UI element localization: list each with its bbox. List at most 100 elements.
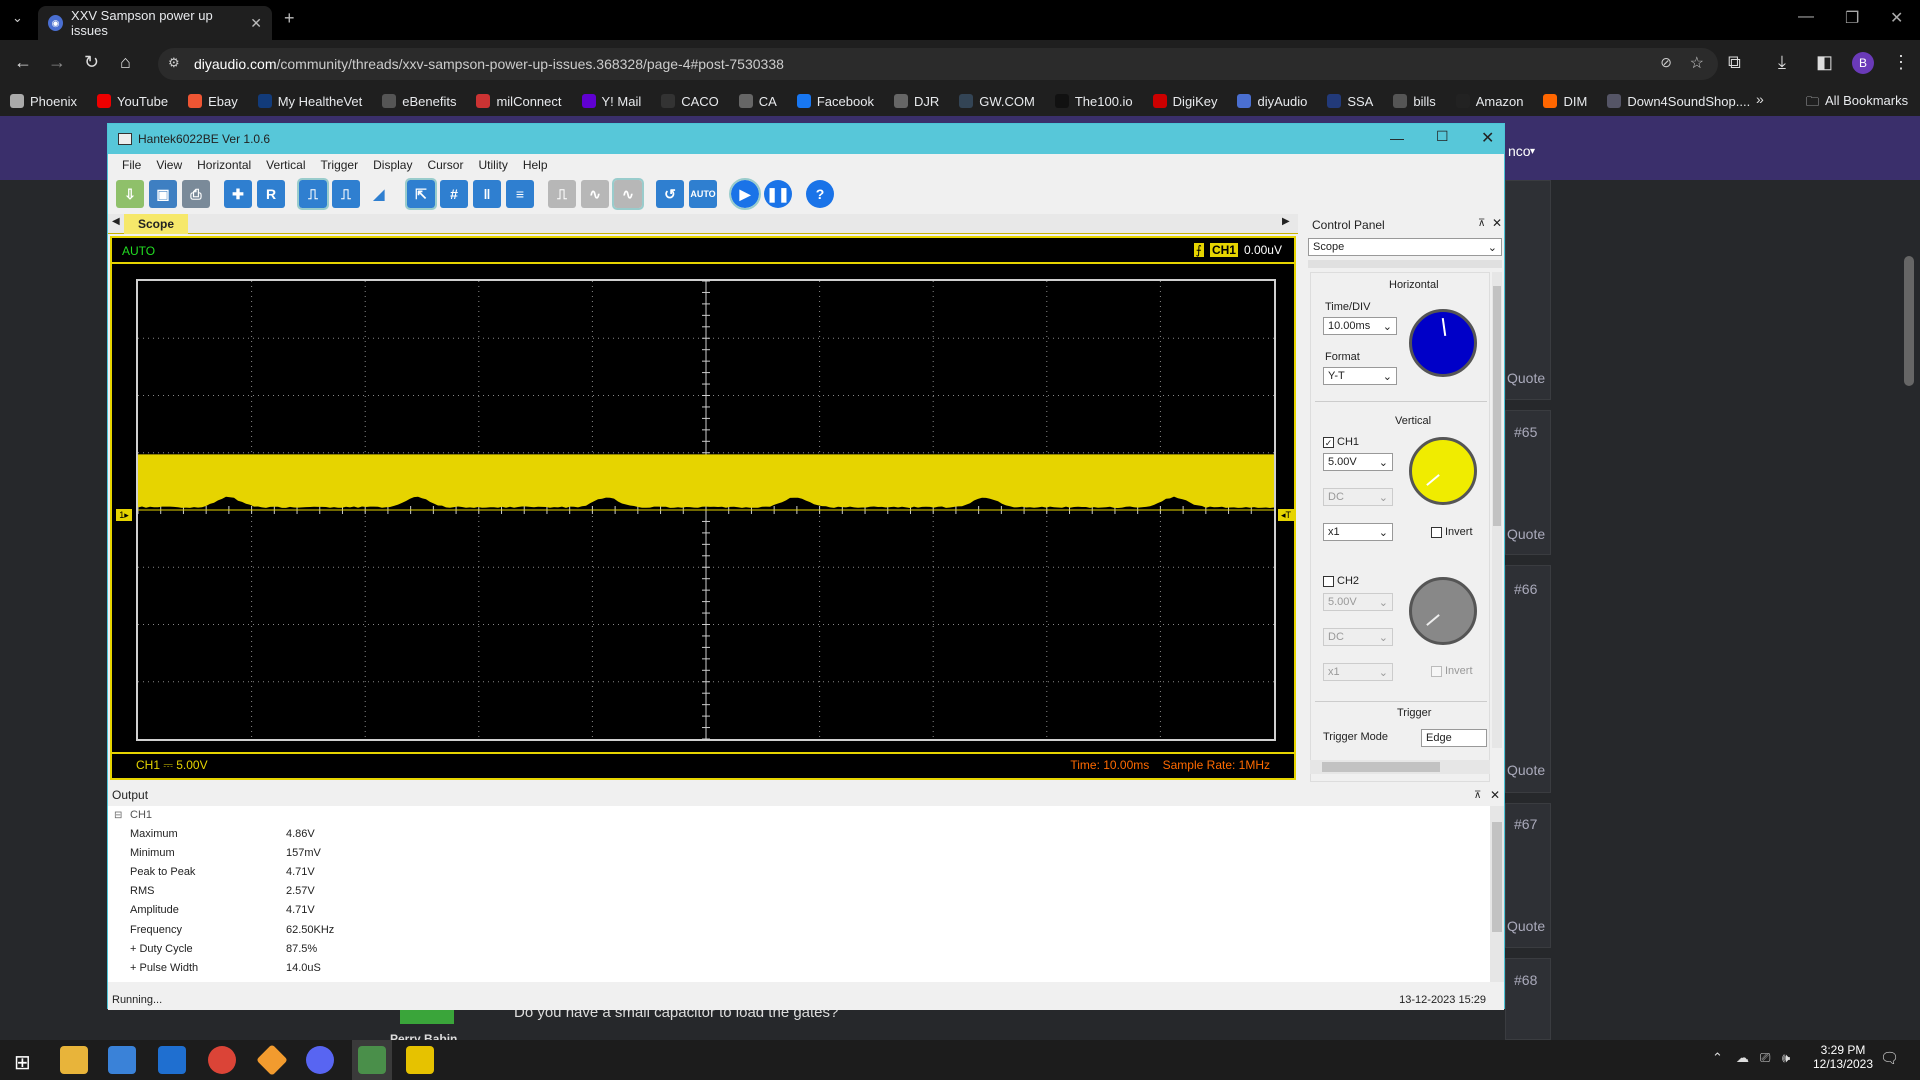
ch2-checkbox[interactable]: CH2 bbox=[1323, 575, 1359, 587]
pulse-icon[interactable]: ⎍ bbox=[332, 180, 360, 208]
quote-link[interactable]: Quote bbox=[1507, 526, 1545, 542]
rising-edge-icon[interactable]: ⎍ bbox=[299, 180, 327, 208]
user-avatar[interactable] bbox=[400, 1008, 454, 1024]
tabs-left-icon[interactable]: ◀ bbox=[112, 216, 120, 227]
network-icon[interactable]: ⎚ bbox=[1760, 1050, 1770, 1066]
home-icon[interactable]: ⌂ bbox=[120, 52, 131, 73]
save-icon[interactable]: ▣ bbox=[149, 180, 177, 208]
store-icon[interactable] bbox=[108, 1046, 136, 1074]
tab-close-icon[interactable]: ✕ bbox=[250, 15, 262, 32]
bookmark-item[interactable]: milConnect bbox=[476, 94, 561, 109]
new-tab-icon[interactable]: + bbox=[284, 8, 295, 29]
bookmark-item[interactable]: GW.COM bbox=[959, 94, 1035, 109]
hantek-taskbar-icon[interactable] bbox=[358, 1046, 386, 1074]
minimize-icon[interactable]: — bbox=[1798, 8, 1814, 26]
ch2-volts-knob[interactable] bbox=[1409, 577, 1477, 645]
bookmark-item[interactable]: The100.io bbox=[1055, 94, 1133, 109]
volume-icon[interactable]: 🕪 bbox=[1782, 1050, 1790, 1066]
print-icon[interactable]: ⎙ bbox=[182, 180, 210, 208]
open-icon[interactable]: ⇩ bbox=[116, 180, 144, 208]
pin-icon[interactable]: ⊼ bbox=[1478, 218, 1485, 229]
ch1-volts-select[interactable]: 5.00V ⌄ bbox=[1323, 453, 1393, 471]
run-icon[interactable]: ▶ bbox=[731, 180, 759, 208]
discord-icon[interactable] bbox=[306, 1046, 334, 1074]
cross-cursor-icon[interactable]: # bbox=[440, 180, 468, 208]
trigger-marker[interactable]: ◂T bbox=[1278, 509, 1294, 521]
single-icon[interactable]: ↺ bbox=[656, 180, 684, 208]
quote-link[interactable]: Quote bbox=[1507, 370, 1545, 386]
notifications-icon[interactable]: 🗨 bbox=[1880, 1049, 1899, 1067]
autoset-icon[interactable]: ✚ bbox=[224, 180, 252, 208]
bookmark-item[interactable]: Amazon bbox=[1456, 94, 1524, 109]
panel-close-icon[interactable]: ✕ bbox=[1492, 216, 1502, 230]
ch2-coupling-select[interactable]: DC ⌄ bbox=[1323, 628, 1393, 646]
ch1-volts-knob[interactable] bbox=[1409, 437, 1477, 505]
ch1-coupling-select[interactable]: DC ⌄ bbox=[1323, 488, 1393, 506]
bookmark-item[interactable]: Phoenix bbox=[10, 94, 77, 109]
tray-chevron-icon[interactable]: ⌃ bbox=[1712, 1050, 1723, 1066]
post-number[interactable]: #65 bbox=[1514, 424, 1537, 440]
timebase-knob[interactable] bbox=[1409, 309, 1477, 377]
app-maximize-icon[interactable]: ☐ bbox=[1436, 128, 1449, 145]
help-icon[interactable]: ? bbox=[806, 180, 834, 208]
menu-view[interactable]: View bbox=[156, 158, 182, 172]
chrome-icon[interactable] bbox=[208, 1046, 236, 1074]
windows-start-icon[interactable]: ⊞ bbox=[14, 1050, 31, 1075]
bookmark-item[interactable]: SSA bbox=[1327, 94, 1373, 109]
bookmark-item[interactable]: diyAudio bbox=[1237, 94, 1307, 109]
timediv-select[interactable]: 10.00ms ⌄ bbox=[1323, 317, 1397, 335]
bookmark-item[interactable]: Y! Mail bbox=[582, 94, 642, 109]
bookmark-item[interactable]: CACO bbox=[661, 94, 719, 109]
back-icon[interactable]: ← bbox=[14, 52, 32, 73]
panel-selector[interactable]: Scope ⌄ bbox=[1308, 238, 1502, 256]
ch1-checkbox[interactable]: ✓ CH1 bbox=[1323, 436, 1359, 448]
ch2-invert-checkbox[interactable]: Invert bbox=[1431, 665, 1473, 677]
eye-slash-icon[interactable]: ⊘ bbox=[1660, 54, 1672, 71]
menu-file[interactable]: File bbox=[122, 158, 141, 172]
tab-search-icon[interactable]: ⌄ bbox=[12, 10, 23, 26]
bookmark-item[interactable]: My HealtheVet bbox=[258, 94, 363, 109]
auto-icon[interactable]: AUTO bbox=[689, 180, 717, 208]
app-minimize-icon[interactable]: — bbox=[1390, 130, 1404, 146]
menu-trigger[interactable]: Trigger bbox=[321, 158, 359, 172]
file-explorer-icon[interactable] bbox=[60, 1046, 88, 1074]
menu-display[interactable]: Display bbox=[373, 158, 412, 172]
waveform-grid[interactable] bbox=[136, 279, 1276, 741]
menu-horizontal[interactable]: Horizontal bbox=[197, 158, 251, 172]
format-select[interactable]: Y-T ⌄ bbox=[1323, 367, 1397, 385]
quote-link[interactable]: Quote bbox=[1507, 762, 1545, 778]
reload-icon[interactable]: ↻ bbox=[84, 52, 99, 73]
taskbar-clock[interactable]: 3:29 PM 12/13/2023 bbox=[1808, 1043, 1878, 1071]
trigger-mode-select[interactable]: Edge bbox=[1421, 729, 1487, 747]
panel-hscrollbar[interactable] bbox=[1310, 760, 1490, 774]
sidepanel-icon[interactable]: ◧ bbox=[1816, 52, 1833, 73]
app-close-icon[interactable]: ✕ bbox=[1481, 128, 1494, 148]
bookmark-item[interactable]: bills bbox=[1393, 94, 1435, 109]
bookmark-item[interactable]: Facebook bbox=[797, 94, 874, 109]
quote-link[interactable]: Quote bbox=[1507, 918, 1545, 934]
linear-display-icon[interactable]: ∿ bbox=[581, 180, 609, 208]
sinx-display-icon[interactable]: ∿ bbox=[614, 180, 642, 208]
downloads-icon[interactable]: ⤓ bbox=[1778, 52, 1786, 73]
ramp-icon[interactable]: ◢ bbox=[365, 180, 393, 208]
profile-avatar[interactable]: B bbox=[1852, 52, 1874, 74]
site-info-icon[interactable]: ⚙ bbox=[168, 55, 180, 71]
output-scrollbar[interactable] bbox=[1490, 806, 1504, 982]
tabs-right-icon[interactable]: ▶ bbox=[1282, 216, 1290, 227]
pause-icon[interactable]: ❚❚ bbox=[764, 180, 792, 208]
help-taskbar-icon[interactable] bbox=[406, 1046, 434, 1074]
all-bookmarks-button[interactable]: 🗀 All Bookmarks bbox=[1806, 93, 1908, 115]
panel-vscrollbar[interactable] bbox=[1492, 272, 1502, 748]
chrome-menu-icon[interactable]: ⋮ bbox=[1892, 52, 1910, 73]
bookmark-star-icon[interactable]: ☆ bbox=[1690, 53, 1704, 73]
bookmark-item[interactable]: YouTube bbox=[97, 94, 168, 109]
post-number[interactable]: #66 bbox=[1514, 581, 1537, 597]
menu-utility[interactable]: Utility bbox=[478, 158, 507, 172]
page-scrollbar[interactable] bbox=[1904, 256, 1914, 386]
ch1-marker[interactable]: 1▸ bbox=[116, 509, 132, 521]
ch2-volts-select[interactable]: 5.00V ⌄ bbox=[1323, 593, 1393, 611]
bookmark-item[interactable]: eBenefits bbox=[382, 94, 456, 109]
mail-icon[interactable] bbox=[158, 1046, 186, 1074]
bookmark-item[interactable]: Ebay bbox=[188, 94, 238, 109]
menu-help[interactable]: Help bbox=[523, 158, 548, 172]
